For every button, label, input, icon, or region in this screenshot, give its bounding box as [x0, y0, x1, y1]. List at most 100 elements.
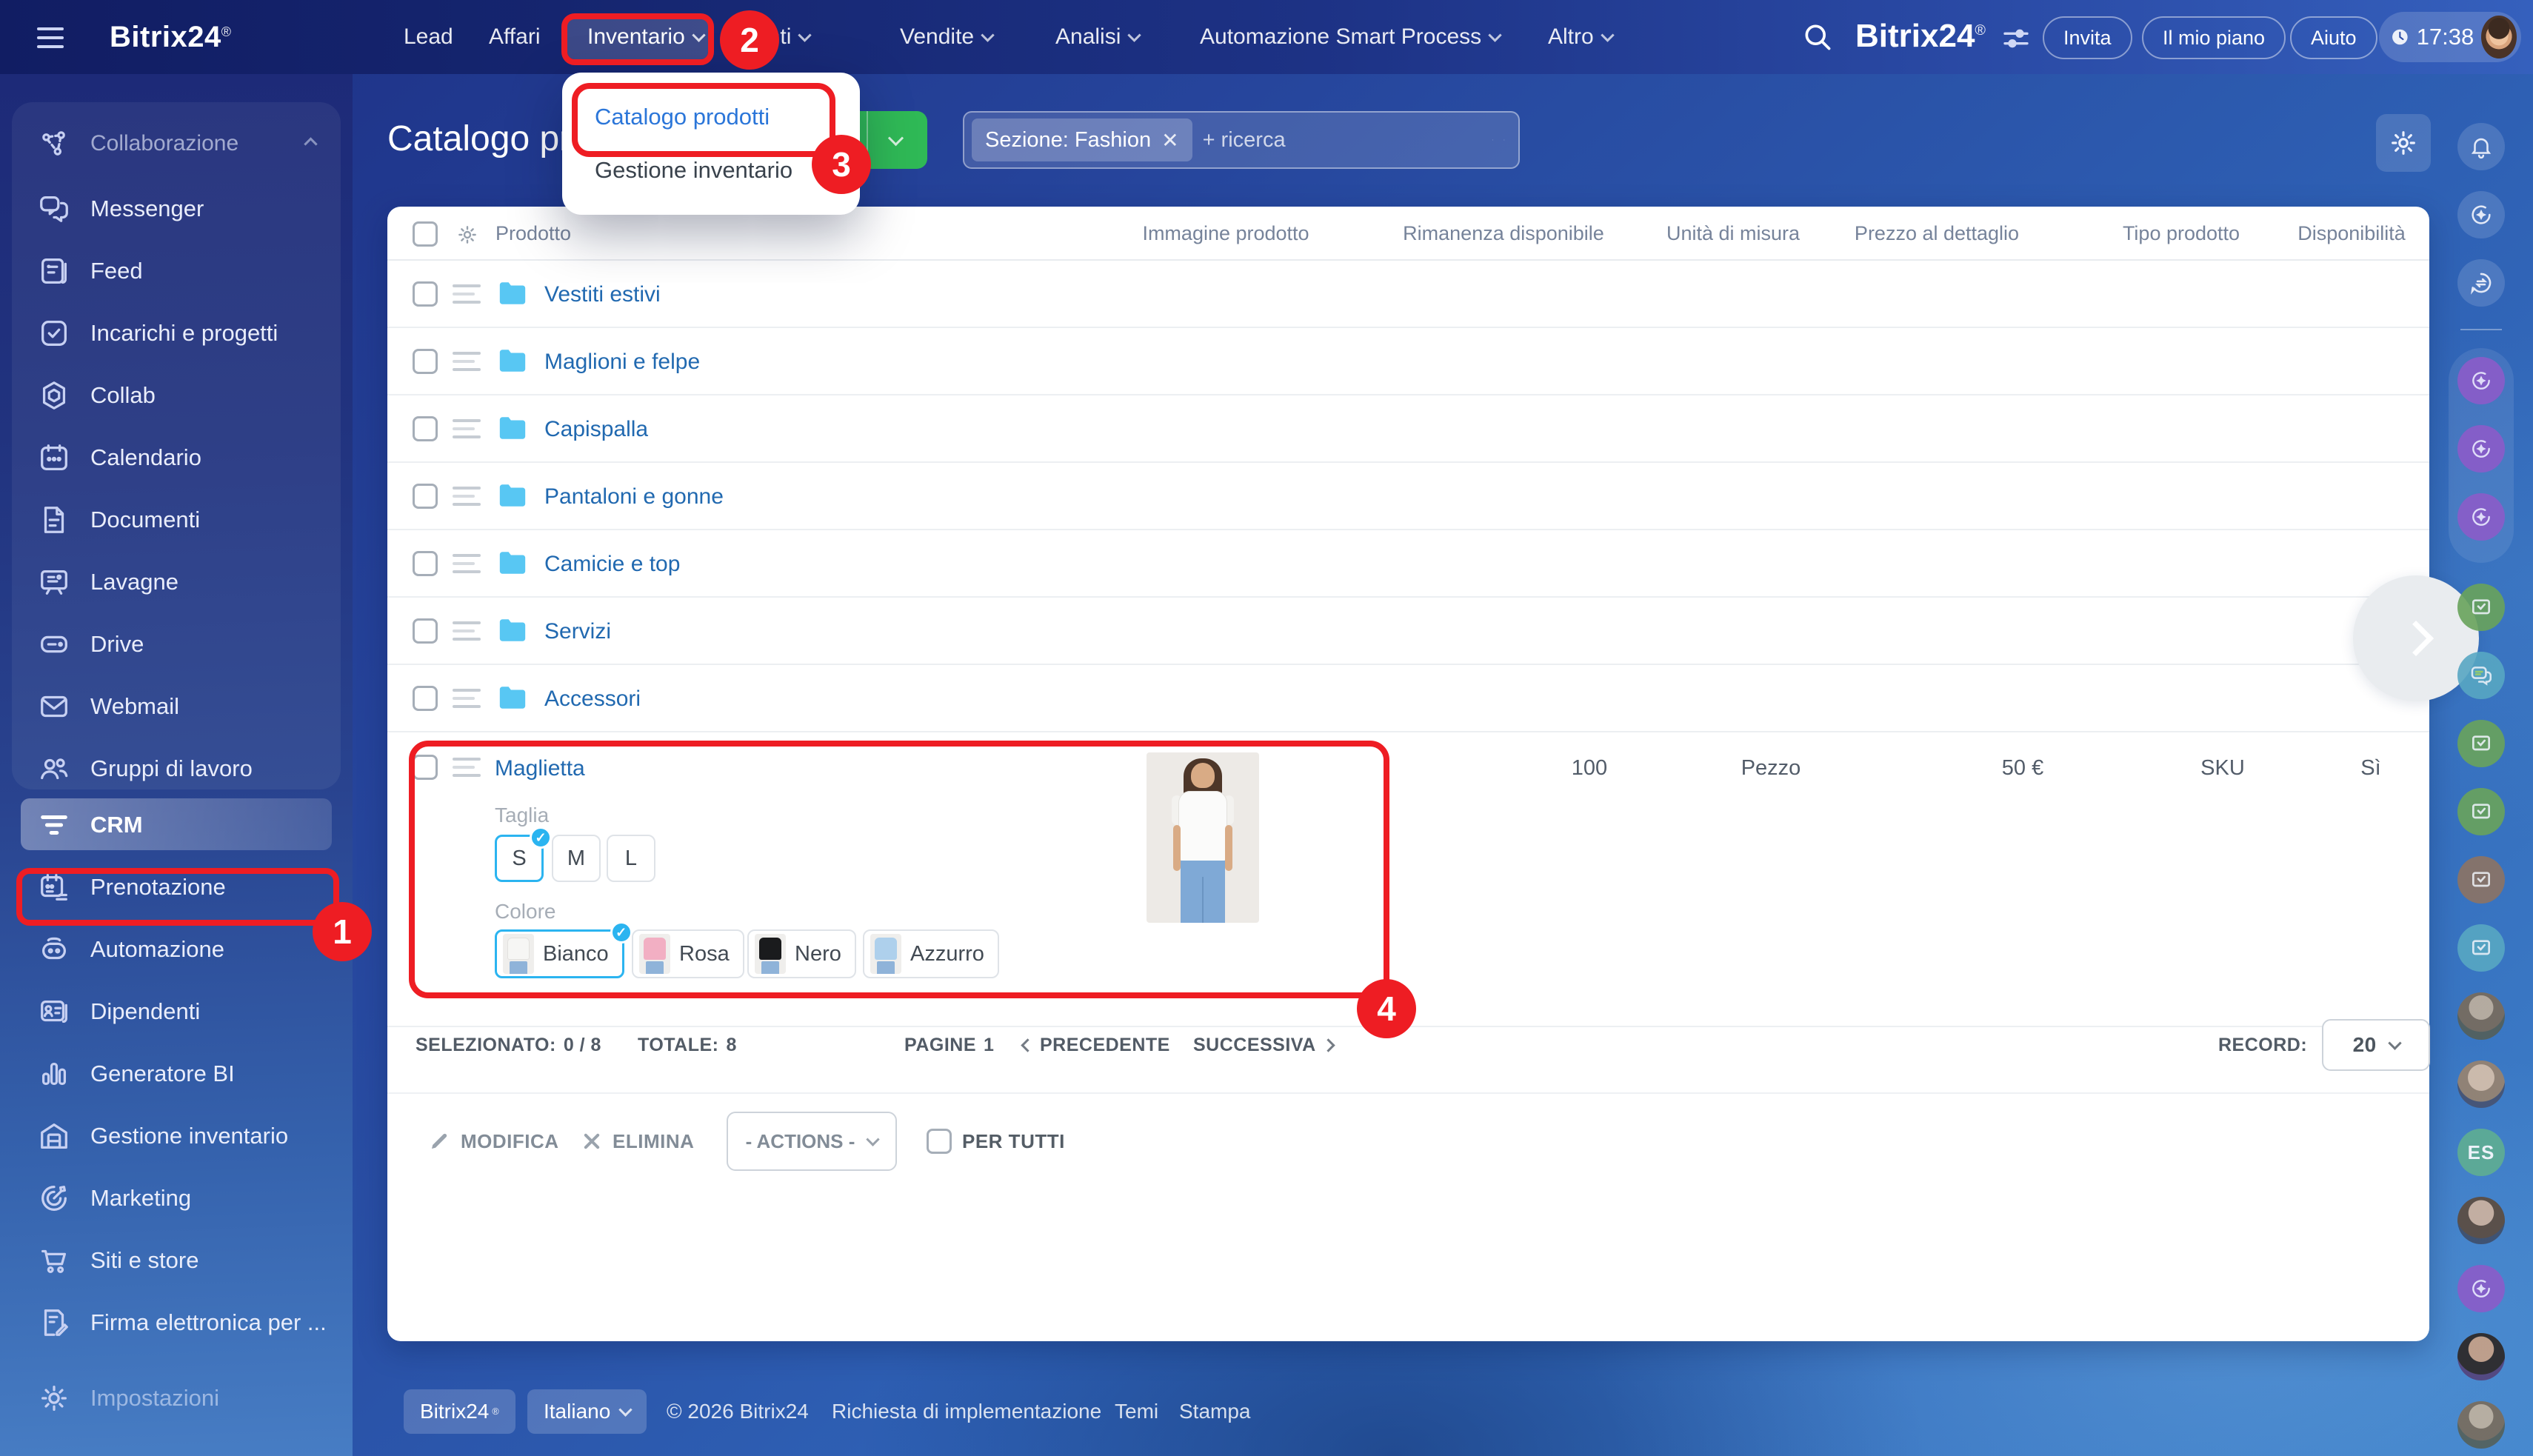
task-notification-button[interactable]: [2457, 788, 2505, 835]
menu-item-gestione-inventario[interactable]: Gestione inventario: [595, 148, 792, 193]
task-notification-button[interactable]: [2457, 584, 2505, 631]
row-checkbox[interactable]: [413, 686, 438, 711]
nav-analisi[interactable]: Analisi: [1055, 0, 1139, 74]
size-chip-m[interactable]: M: [552, 835, 601, 882]
actions-select[interactable]: - ACTIONS -: [727, 1112, 897, 1171]
nav-altro[interactable]: Altro: [1548, 0, 1612, 74]
folder-link[interactable]: Servizi: [544, 619, 611, 644]
column-header-prodotto[interactable]: Prodotto: [495, 207, 571, 261]
user-avatar[interactable]: [2457, 1401, 2505, 1449]
folder-link[interactable]: Pantaloni e gonne: [544, 484, 724, 510]
user-avatar[interactable]: [2457, 1197, 2505, 1244]
previous-page-button[interactable]: PRECEDENTE: [1023, 1018, 1170, 1072]
for-all-checkbox-row[interactable]: PER TUTTI: [927, 1112, 1065, 1171]
records-select[interactable]: 20: [2322, 1019, 2430, 1071]
color-chip-azzurro[interactable]: Azzurro: [863, 929, 999, 978]
color-chip-bianco[interactable]: Bianco ✓: [495, 929, 624, 978]
row-checkbox[interactable]: [413, 281, 438, 307]
task-notification-button[interactable]: [2457, 856, 2505, 904]
color-chip-nero[interactable]: Nero: [747, 929, 856, 978]
product-image[interactable]: [1147, 752, 1259, 923]
footer-print-link[interactable]: Stampa: [1179, 1400, 1251, 1423]
drag-handle[interactable]: [453, 487, 481, 506]
filter-chip-sezione-fashion[interactable]: Sezione: Fashion ✕: [972, 118, 1192, 161]
sidebar-item-siti-store[interactable]: Siti e store: [12, 1229, 341, 1292]
sidebar-item-messenger[interactable]: Messenger: [12, 178, 341, 240]
invite-button[interactable]: Invita: [2043, 16, 2132, 59]
sidebar-item-automazione[interactable]: Automazione: [12, 918, 341, 981]
edit-button[interactable]: MODIFICA: [428, 1112, 559, 1171]
drag-handle[interactable]: [453, 419, 481, 438]
column-header-tipo[interactable]: Tipo prodotto: [2123, 207, 2240, 261]
copilot-session-button[interactable]: [2457, 493, 2505, 541]
folder-link[interactable]: Camicie e top: [544, 552, 680, 577]
sidebar-item-dipendenti[interactable]: Dipendenti: [12, 981, 341, 1043]
hamburger-menu-icon[interactable]: [37, 27, 64, 48]
column-header-prezzo[interactable]: Prezzo al dettaglio: [1855, 207, 2019, 261]
sidebar-item-gestione-inventario[interactable]: Gestione inventario: [12, 1105, 341, 1167]
user-avatar[interactable]: [2481, 16, 2517, 59]
footer-implementation-link[interactable]: Richiesta di implementazione: [832, 1400, 1101, 1423]
folder-link[interactable]: Maglioni e felpe: [544, 350, 700, 375]
column-header-rimanenza[interactable]: Rimanenza disponibile: [1403, 207, 1604, 261]
copilot-button[interactable]: [2457, 191, 2505, 238]
sidebar-item-prenotazione[interactable]: Prenotazione: [12, 856, 341, 918]
drag-handle[interactable]: [453, 621, 481, 641]
product-link[interactable]: Maglietta: [495, 756, 585, 781]
sidebar-item-documenti[interactable]: Documenti: [12, 489, 341, 551]
size-chip-s[interactable]: S ✓: [495, 835, 544, 882]
sidebar-item-drive[interactable]: Drive: [12, 613, 341, 675]
for-all-checkbox[interactable]: [927, 1129, 952, 1154]
user-avatar[interactable]: [2457, 992, 2505, 1040]
clear-search-icon[interactable]: [1504, 130, 1505, 150]
remove-filter-icon[interactable]: ✕: [1161, 128, 1178, 153]
folder-link[interactable]: Capispalla: [544, 417, 648, 442]
help-button[interactable]: Aiuto: [2290, 16, 2377, 59]
sidebar-item-impostazioni[interactable]: Impostazioni: [12, 1367, 341, 1429]
color-chip-rosa[interactable]: Rosa: [632, 929, 744, 978]
user-avatar[interactable]: [2457, 1333, 2505, 1380]
sidebar-item-incarichi[interactable]: Incarichi e progetti: [12, 302, 341, 364]
nav-lead[interactable]: Lead: [404, 0, 453, 74]
nav-affari[interactable]: Affari: [489, 0, 540, 74]
sidebar-item-calendario[interactable]: Calendario: [12, 427, 341, 489]
user-avatar-initials[interactable]: ES: [2457, 1129, 2505, 1176]
drag-handle[interactable]: [453, 352, 481, 371]
sidebar-item-marketing[interactable]: Marketing: [12, 1167, 341, 1229]
column-header-disponibilita[interactable]: Disponibilità: [2297, 207, 2406, 261]
drag-handle[interactable]: [453, 758, 481, 777]
sidebar-item-crm[interactable]: CRM: [12, 794, 341, 856]
row-checkbox[interactable]: [413, 416, 438, 441]
footer-language-select[interactable]: Italiano: [527, 1389, 647, 1434]
footer-themes-link[interactable]: Temi: [1115, 1400, 1158, 1423]
search-icon[interactable]: [1492, 127, 1494, 153]
row-checkbox[interactable]: [413, 551, 438, 576]
columns-gear-icon[interactable]: [455, 223, 479, 247]
sidebar-section-collaborazione[interactable]: Collaborazione: [12, 113, 341, 175]
search-icon[interactable]: [1801, 21, 1834, 53]
my-plan-button[interactable]: Il mio piano: [2142, 16, 2286, 59]
sidebar-item-feed[interactable]: Feed: [12, 240, 341, 302]
size-chip-l[interactable]: L: [607, 835, 655, 882]
row-checkbox[interactable]: [413, 618, 438, 644]
nav-automazione-smart-process[interactable]: Automazione Smart Process: [1200, 0, 1500, 74]
task-notification-button[interactable]: [2457, 720, 2505, 767]
chat-transfer-button[interactable]: [2457, 259, 2505, 307]
chat-notification-button[interactable]: [2457, 652, 2505, 699]
task-notification-button[interactable]: [2457, 924, 2505, 972]
copilot-session-button[interactable]: [2457, 425, 2505, 472]
nav-inventario[interactable]: Inventario: [587, 0, 704, 74]
sidebar-item-collab[interactable]: Collab: [12, 364, 341, 427]
row-checkbox[interactable]: [413, 484, 438, 509]
nav-vendite[interactable]: Vendite: [900, 0, 992, 74]
sliders-icon[interactable]: [2001, 24, 2031, 53]
sidebar-item-firma-elettronica[interactable]: Firma elettronica per ...: [12, 1292, 341, 1354]
sidebar-item-gruppi[interactable]: Gruppi di lavoro: [12, 738, 341, 800]
column-header-unita[interactable]: Unità di misura: [1666, 207, 1800, 261]
search-input[interactable]: [1203, 128, 1482, 153]
footer-brand-pill[interactable]: Bitrix24®: [404, 1389, 515, 1434]
folder-link[interactable]: Vestiti estivi: [544, 282, 661, 307]
sidebar-item-generatore-bi[interactable]: Generatore BI: [12, 1043, 341, 1105]
copilot-session-button[interactable]: [2457, 1265, 2505, 1312]
select-all-checkbox[interactable]: [413, 221, 438, 247]
